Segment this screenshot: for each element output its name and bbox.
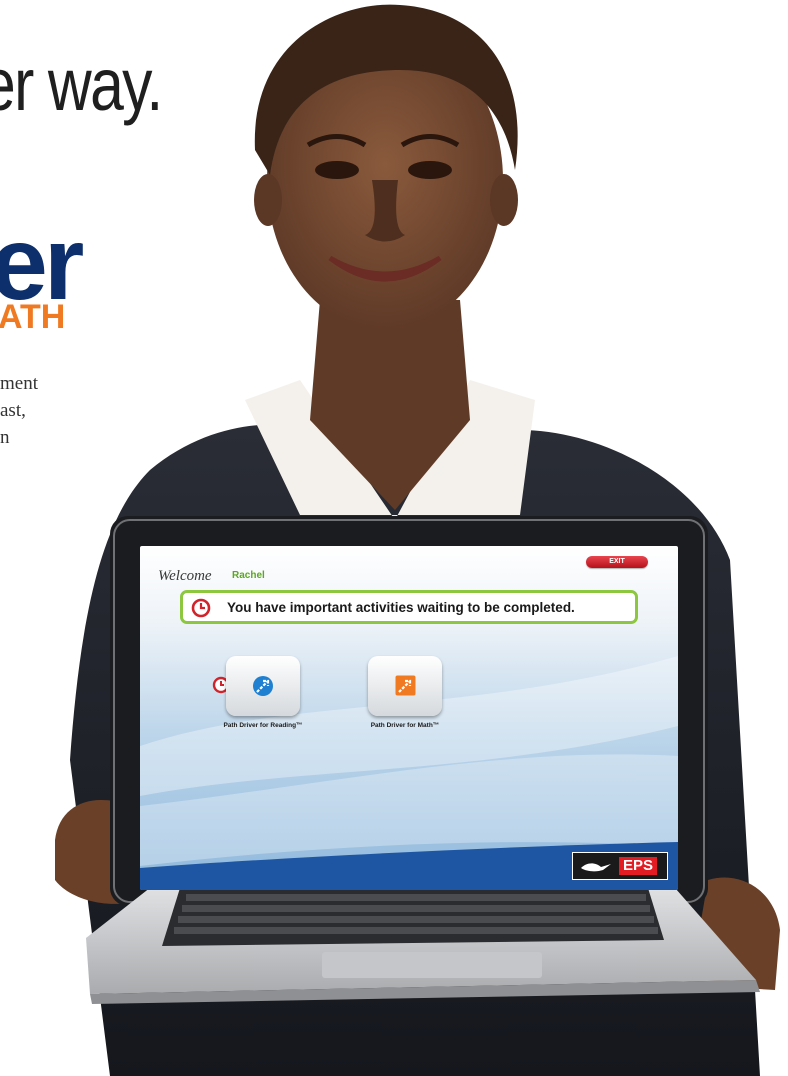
alert-message: You have important activities waiting to… <box>227 600 575 615</box>
app-tile-path-driver-reading[interactable] <box>226 656 300 716</box>
eps-logo: EPS <box>572 852 668 880</box>
person-holding-laptop-image <box>55 4 780 1076</box>
user-name: Rachel <box>232 570 265 581</box>
clock-alert-icon <box>191 598 211 618</box>
app-tile-path-driver-math[interactable] <box>368 656 442 716</box>
laptop-screen: Welcome Rachel EXIT You have important a… <box>140 546 678 890</box>
reading-arrow-icon <box>253 676 273 696</box>
app-label-reading[interactable]: Path Driver for Reading™ <box>210 722 316 729</box>
important-activities-alert[interactable]: You have important activities waiting to… <box>180 590 638 624</box>
exit-button[interactable]: EXIT <box>586 556 648 568</box>
welcome-label: Welcome <box>158 568 212 584</box>
app-label-math[interactable]: Path Driver for Math™ <box>350 722 460 729</box>
lamp-icon <box>581 863 611 872</box>
math-arrow-icon <box>395 675 416 696</box>
eps-brand-text: EPS <box>619 857 658 875</box>
